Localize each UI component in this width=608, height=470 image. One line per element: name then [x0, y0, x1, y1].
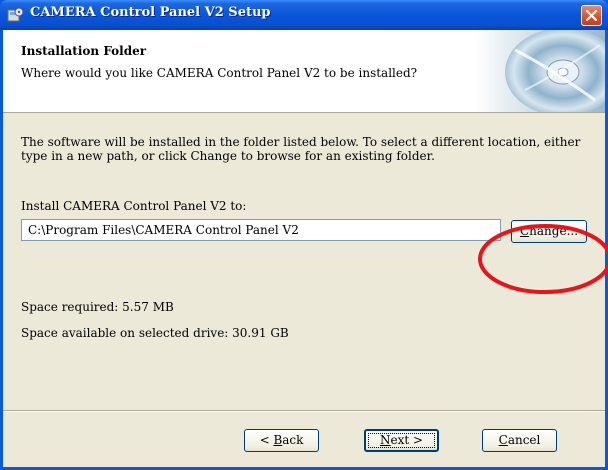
back-button-label-pre: < — [259, 433, 274, 447]
cancel-button-accelerator: C — [498, 433, 508, 447]
space-available: Space available on selected drive: 30.91… — [21, 326, 289, 340]
close-button[interactable] — [581, 5, 602, 26]
window-title: CAMERA Control Panel V2 Setup — [30, 5, 271, 20]
instructions-text: The software will be installed in the fo… — [21, 135, 581, 163]
back-button-label-post: ack — [282, 433, 304, 447]
page-title: Installation Folder — [21, 44, 147, 58]
cancel-button[interactable]: Cancel — [482, 429, 557, 452]
install-path-input[interactable] — [21, 219, 501, 241]
space-required: Space required: 5.57 MB — [21, 300, 174, 314]
page-subtitle: Where would you like CAMERA Control Pane… — [21, 66, 418, 80]
wizard-header: Installation Folder Where would you like… — [3, 30, 605, 113]
change-button-accelerator: C — [519, 224, 530, 238]
change-button-label-post: hange... — [529, 224, 579, 238]
setup-window: CAMERA Control Panel V2 Setup Installati… — [0, 0, 608, 470]
footer-divider — [3, 410, 605, 412]
dialog-body: Installation Folder Where would you like… — [3, 30, 608, 467]
back-button[interactable]: < Back — [244, 429, 319, 452]
close-icon — [586, 10, 597, 21]
focus-rectangle — [368, 433, 435, 448]
install-path-label: Install CAMERA Control Panel V2 to: — [21, 199, 247, 213]
next-button[interactable]: Next > — [364, 429, 439, 452]
title-bar[interactable]: CAMERA Control Panel V2 Setup — [0, 0, 608, 30]
back-button-accelerator: B — [273, 433, 283, 447]
change-button[interactable]: Change... — [511, 220, 587, 243]
installer-app-icon — [7, 7, 24, 22]
cd-disc-graphic — [475, 30, 605, 112]
cancel-button-label-post: ancel — [507, 433, 541, 447]
